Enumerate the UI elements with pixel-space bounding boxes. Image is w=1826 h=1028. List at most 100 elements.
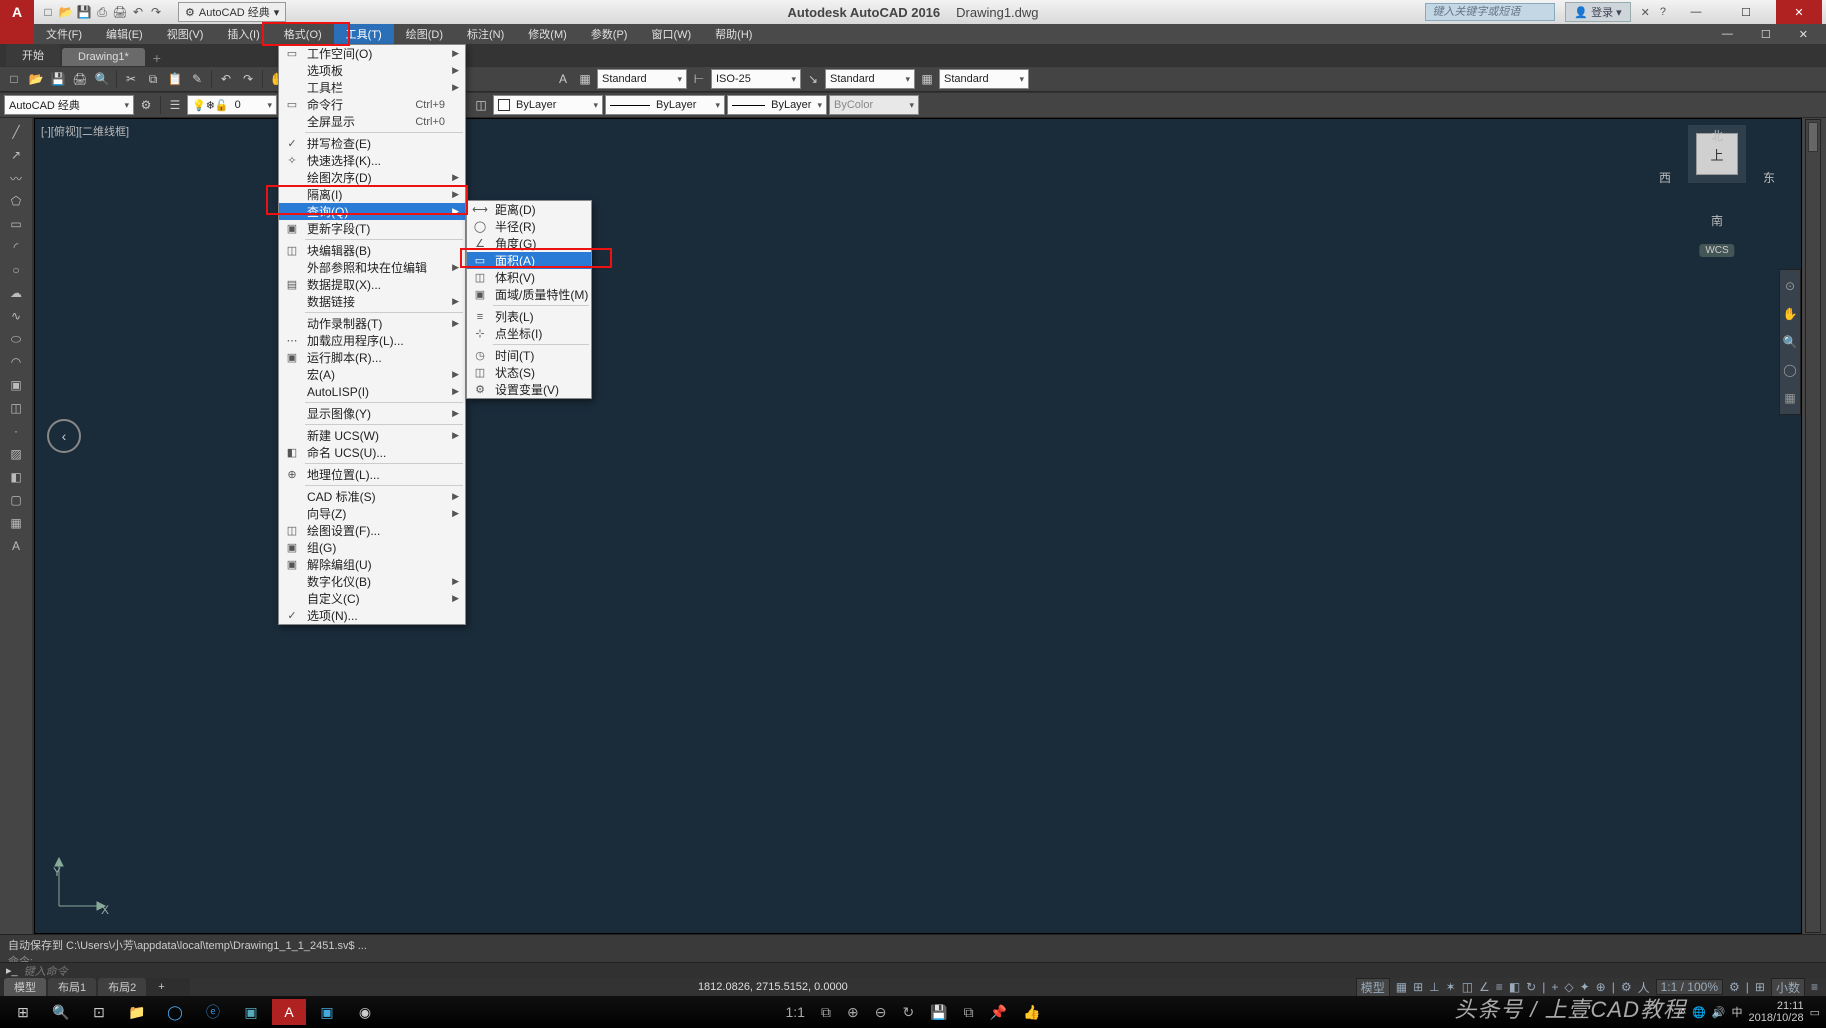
showmotion-icon[interactable]: ▦ — [1784, 388, 1795, 408]
mleader-combo[interactable]: Standard▾ — [825, 69, 915, 89]
app-icon-tb[interactable]: ▣ — [310, 999, 344, 1025]
savefile-icon[interactable]: 💾 — [930, 1004, 947, 1021]
tray-net-icon[interactable]: 🌐 — [1692, 1006, 1706, 1019]
preview-icon[interactable]: 🔍 — [92, 69, 112, 89]
refresh-icon[interactable]: ↻ — [902, 1004, 914, 1021]
orbit-icon[interactable]: ◯ — [1783, 360, 1796, 380]
qat-new-icon[interactable]: □ — [40, 5, 56, 20]
copy-icon[interactable]: ⧉ — [143, 69, 163, 89]
region-icon[interactable]: ▢ — [5, 490, 27, 510]
fullnav-icon[interactable]: ⊙ — [1785, 276, 1795, 296]
qat-redo-icon[interactable]: ↷ — [148, 5, 164, 20]
qat-save-icon[interactable]: 💾 — [76, 5, 92, 20]
layout-add-button[interactable]: + — [148, 980, 174, 994]
ellipsearc-icon[interactable]: ◠ — [5, 352, 27, 372]
new-icon[interactable]: □ — [4, 69, 24, 89]
doc-min-icon[interactable]: — — [1710, 26, 1745, 43]
layer-combo[interactable]: 💡❄🔓 0▾ — [187, 95, 277, 115]
exchange-icon[interactable]: ✕ — [1641, 6, 1650, 19]
explorer-icon[interactable]: 📁 — [120, 999, 154, 1025]
doc-close-icon[interactable]: ✕ — [1787, 26, 1820, 43]
window-max-button[interactable]: ☐ — [1726, 2, 1766, 22]
mleader-icon[interactable]: ↘ — [803, 69, 823, 89]
circle-icon[interactable]: ○ — [5, 260, 27, 280]
table-draw-icon[interactable]: ▦ — [5, 513, 27, 533]
model-button[interactable]: 模型 — [1356, 978, 1390, 997]
canvas-vscroll[interactable] — [1805, 119, 1821, 933]
menu-item[interactable]: ⟷距离(D) — [467, 201, 591, 218]
undo-icon[interactable]: ↶ — [216, 69, 236, 89]
menu-item[interactable]: ≡列表(L) — [467, 308, 591, 325]
menu-item[interactable]: ▭工作空间(O)▶ — [279, 45, 465, 62]
menu-item[interactable]: 显示图像(Y)▶ — [279, 405, 465, 422]
units-combo[interactable]: 小数 — [1771, 978, 1805, 997]
menu-插入(I)[interactable]: 插入(I) — [215, 24, 271, 44]
arc-icon[interactable]: ◜ — [5, 237, 27, 257]
textstyle-combo[interactable]: Standard▾ — [597, 69, 687, 89]
menu-item[interactable]: 查询(Q)▶ — [279, 203, 465, 220]
point-icon[interactable]: · — [5, 421, 27, 441]
menu-item[interactable]: ◯半径(R) — [467, 218, 591, 235]
tab-new-button[interactable]: + — [147, 50, 167, 66]
dim-icon[interactable]: ⊢ — [689, 69, 709, 89]
menu-item[interactable]: ◫状态(S) — [467, 364, 591, 381]
snap-icon[interactable]: ⊞ — [1413, 980, 1423, 994]
edge-icon[interactable]: ◯ — [158, 999, 192, 1025]
wcs-label[interactable]: WCS — [1699, 244, 1734, 257]
menu-item[interactable]: ⊹点坐标(I) — [467, 325, 591, 342]
ortho-icon[interactable]: ⊥ — [1429, 980, 1439, 994]
tray-vol-icon[interactable]: 🔊 — [1712, 1006, 1726, 1019]
menu-item[interactable]: ⊕地理位置(L)... — [279, 466, 465, 483]
menu-item[interactable]: 工具栏▶ — [279, 79, 465, 96]
menu-item[interactable]: ◷时间(T) — [467, 347, 591, 364]
menu-帮助(H)[interactable]: 帮助(H) — [703, 24, 764, 44]
color-combo[interactable]: ByLayer▾ — [493, 95, 603, 115]
tablestyle-combo[interactable]: Standard▾ — [939, 69, 1029, 89]
menu-item[interactable]: ◫绘图设置(F)... — [279, 522, 465, 539]
ratio-icon[interactable]: 1:1 — [786, 1004, 805, 1021]
gradient-icon[interactable]: ◧ — [5, 467, 27, 487]
layerprops-icon[interactable]: ☰ — [165, 95, 185, 115]
qat-plot-icon[interactable]: 🖨 — [112, 5, 128, 20]
menu-item[interactable]: ▣解除编组(U) — [279, 556, 465, 573]
open-icon[interactable]: 📂 — [26, 69, 46, 89]
menu-item[interactable]: ✓拼写检查(E) — [279, 135, 465, 152]
qat-saveas-icon[interactable]: ⎙ — [94, 5, 110, 20]
menu-参数(P)[interactable]: 参数(P) — [579, 24, 640, 44]
menu-item[interactable]: CAD 标准(S)▶ — [279, 488, 465, 505]
match-icon[interactable]: ✎ — [187, 69, 207, 89]
zoomout-icon[interactable]: ⊖ — [875, 1004, 887, 1021]
block-icon[interactable]: ◫ — [5, 398, 27, 418]
menu-item[interactable]: ▣面域/质量特性(M) — [467, 286, 591, 303]
menu-item[interactable]: 选项板▶ — [279, 62, 465, 79]
layout-tab[interactable]: 布局2 — [98, 978, 146, 996]
menu-item[interactable]: ⚙设置变量(V) — [467, 381, 591, 398]
menu-格式(O)[interactable]: 格式(O) — [272, 24, 334, 44]
menu-item[interactable]: ✧快速选择(K)... — [279, 152, 465, 169]
paste-icon[interactable]: 📋 — [165, 69, 185, 89]
like-icon[interactable]: 👍 — [1023, 1004, 1040, 1021]
polygon-icon[interactable]: ⬠ — [5, 191, 27, 211]
notif-icon[interactable]: ▭ — [1810, 1006, 1820, 1019]
viewport-label[interactable]: [-][俯视][二维线框] — [41, 123, 129, 139]
clock-time[interactable]: 21:11 — [1749, 1000, 1804, 1012]
taskview-icon[interactable]: ⊡ — [82, 999, 116, 1025]
lineweight-combo[interactable]: ByLayer▾ — [727, 95, 827, 115]
grid-icon[interactable]: ▦ — [1396, 980, 1407, 994]
tab-drawing1[interactable]: Drawing1* — [62, 48, 145, 66]
revcloud-icon[interactable]: ☁ — [5, 283, 27, 303]
tablestyle-icon[interactable]: ▦ — [917, 69, 937, 89]
clock-date[interactable]: 2018/10/28 — [1749, 1012, 1804, 1024]
menu-item[interactable]: ✓选项(N)... — [279, 607, 465, 624]
menu-视图(V)[interactable]: 视图(V) — [155, 24, 216, 44]
menu-文件(F)[interactable]: 文件(F) — [34, 24, 94, 44]
menu-item[interactable]: 绘图次序(D)▶ — [279, 169, 465, 186]
dimstyle-combo[interactable]: ISO-25▾ — [711, 69, 801, 89]
signin-button[interactable]: 👤 登录 ▾ — [1565, 2, 1630, 22]
layout-tab[interactable]: 布局1 — [48, 978, 96, 996]
insert-icon[interactable]: ▣ — [5, 375, 27, 395]
menu-item[interactable]: ▣更新字段(T) — [279, 220, 465, 237]
view-cube[interactable]: 北 西 东 上 南 WCS — [1657, 127, 1777, 257]
save-icon[interactable]: 💾 — [48, 69, 68, 89]
menu-item[interactable]: ◫体积(V) — [467, 269, 591, 286]
